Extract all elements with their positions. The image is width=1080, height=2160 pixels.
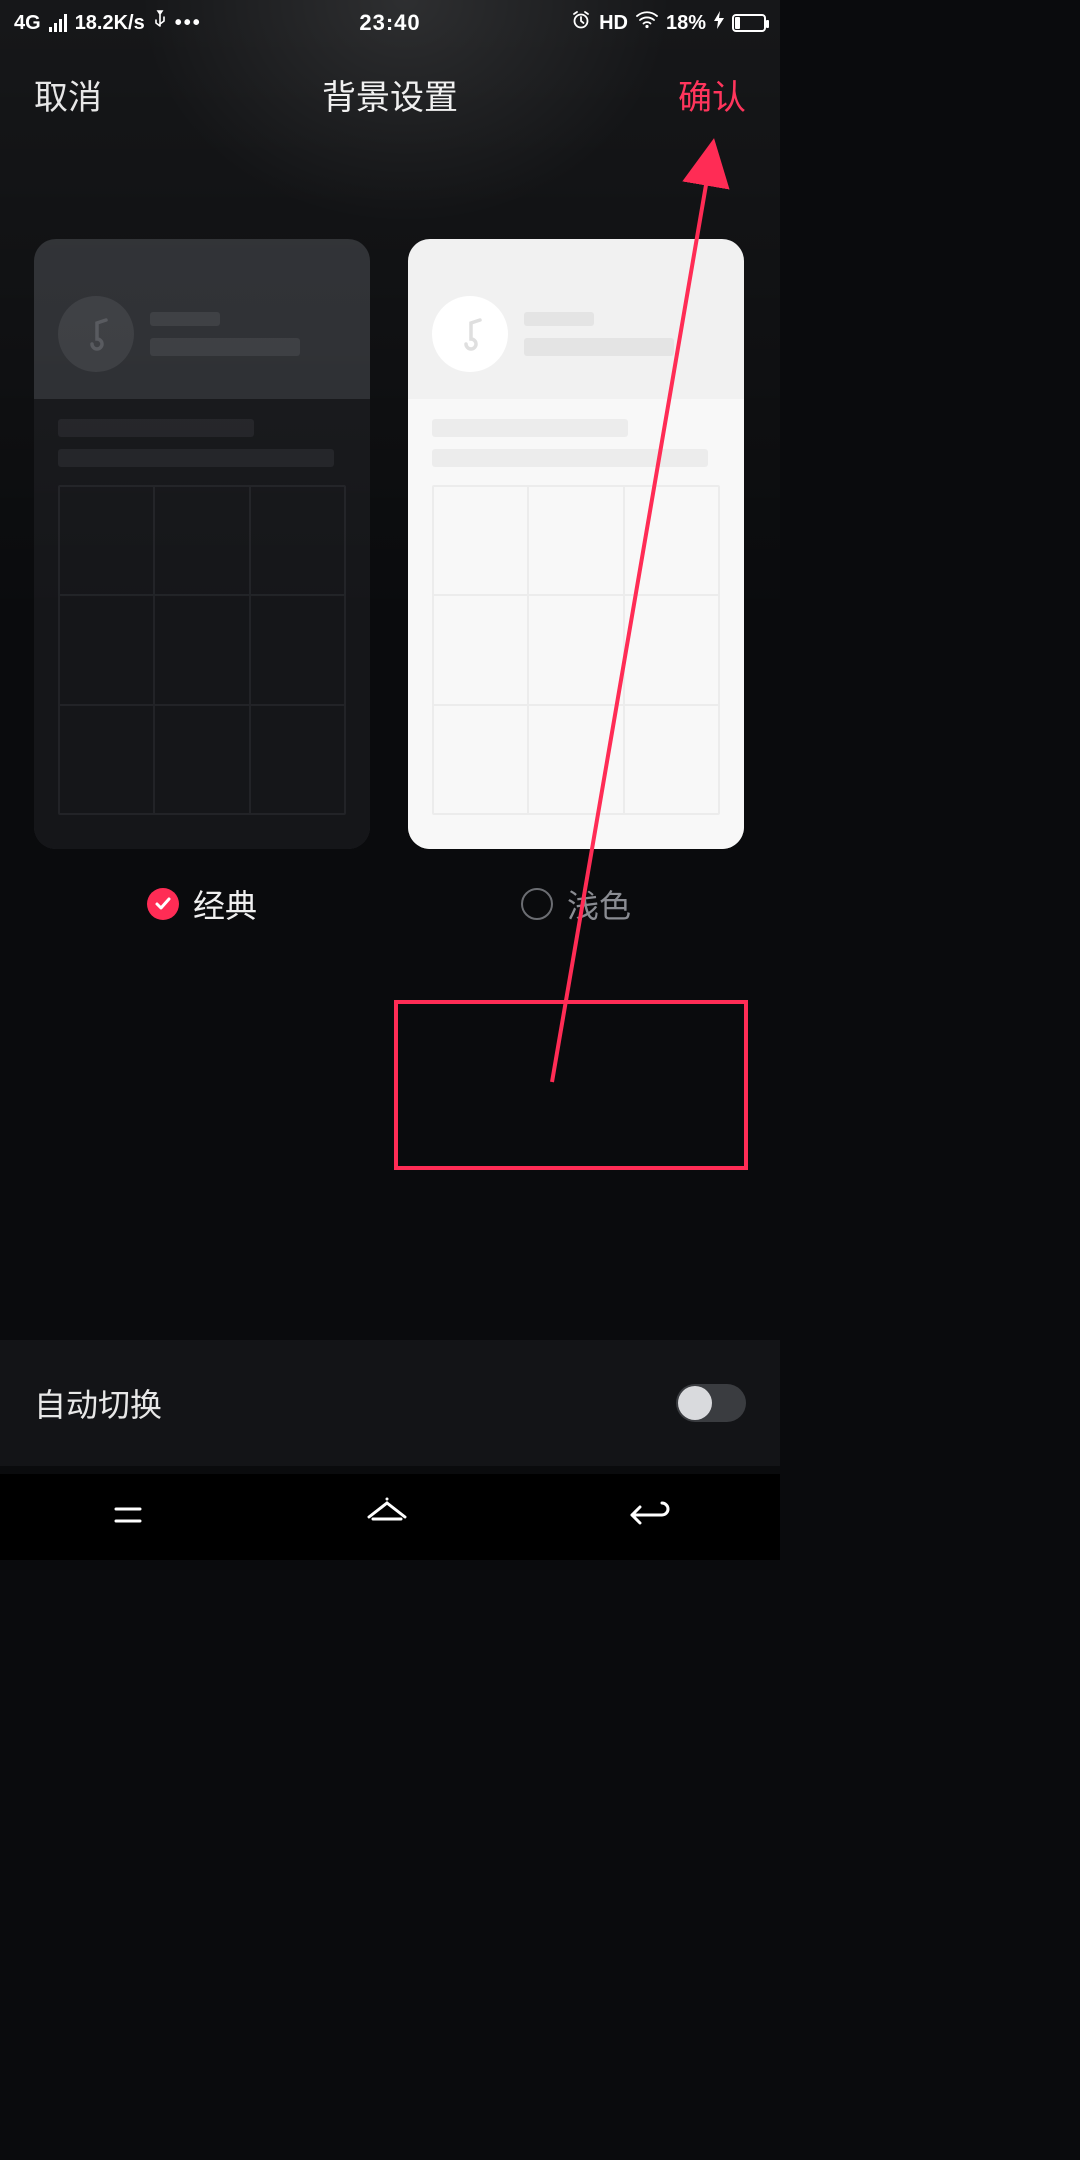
- confirm-button[interactable]: 确认: [678, 70, 746, 119]
- theme-label-light-text: 浅色: [567, 881, 631, 927]
- music-note-icon: [58, 296, 134, 372]
- checkmark-icon: [147, 888, 179, 920]
- page-title: 背景设置: [322, 70, 458, 119]
- charging-icon: [714, 11, 724, 35]
- app-header: 取消 背景设置 确认: [0, 46, 780, 119]
- music-note-icon: [432, 296, 508, 372]
- hd-label: HD: [599, 12, 628, 35]
- system-nav-bar: [0, 1474, 780, 1560]
- status-bar: 4G 18.2K/s ••• 23:40 HD 18%: [0, 0, 780, 46]
- signal-icon: [49, 14, 67, 32]
- theme-preview-light: [408, 239, 744, 849]
- auto-switch-label: 自动切换: [34, 1380, 162, 1426]
- wifi-icon: [636, 11, 658, 35]
- theme-label-light: 浅色: [408, 881, 744, 927]
- cancel-button[interactable]: 取消: [34, 70, 102, 119]
- alarm-icon: [571, 10, 591, 36]
- theme-option-light[interactable]: 浅色: [408, 239, 744, 927]
- theme-options: 经典 浅色: [0, 119, 780, 927]
- data-speed: 18.2K/s: [75, 12, 145, 35]
- more-dots-icon: •••: [175, 12, 202, 35]
- theme-label-classic-text: 经典: [193, 881, 257, 927]
- usb-icon: [153, 10, 167, 36]
- back-button[interactable]: [626, 1495, 672, 1540]
- home-button[interactable]: [365, 1495, 409, 1540]
- battery-pct: 18%: [666, 12, 706, 35]
- theme-option-classic[interactable]: 经典: [34, 239, 370, 927]
- radio-unchecked-icon: [521, 888, 553, 920]
- clock: 23:40: [359, 10, 420, 36]
- auto-switch-row: 自动切换: [0, 1340, 780, 1466]
- theme-preview-classic: [34, 239, 370, 849]
- recent-apps-button[interactable]: [108, 1495, 148, 1540]
- annotation-rectangle: [394, 1000, 748, 1170]
- theme-label-classic: 经典: [34, 881, 370, 927]
- network-type: 4G: [14, 12, 41, 35]
- auto-switch-toggle[interactable]: [676, 1384, 746, 1422]
- battery-icon: [732, 14, 766, 32]
